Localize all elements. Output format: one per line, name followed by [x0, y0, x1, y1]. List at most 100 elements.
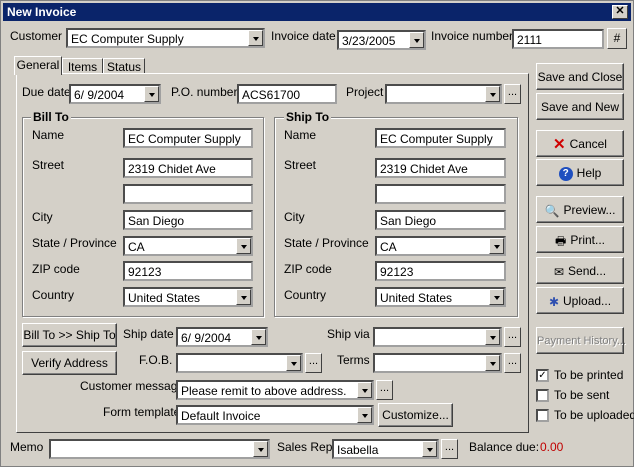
help-button[interactable]: ? Help	[536, 159, 624, 186]
to-be-sent-label: To be sent	[554, 388, 610, 402]
to-be-printed-label: To be printed	[554, 368, 624, 382]
balance-due-label: Balance due:	[469, 440, 540, 454]
chevron-down-icon[interactable]	[485, 329, 500, 345]
close-button[interactable]: ✕	[612, 5, 628, 19]
invoice-number-label: Invoice number	[431, 29, 514, 43]
project-lookup-button[interactable]: ...	[504, 84, 521, 104]
to-be-uploaded-checkbox[interactable]	[536, 409, 549, 422]
ship-city-value: San Diego	[380, 214, 437, 228]
bill-state-select[interactable]: CA	[123, 236, 253, 256]
chevron-down-icon[interactable]	[485, 86, 500, 102]
invoice-number-field[interactable]: 2111	[512, 29, 604, 49]
due-date-picker[interactable]: 6/ 9/2004	[69, 84, 161, 104]
project-label: Project	[346, 85, 384, 99]
ship-state-value: CA	[380, 240, 397, 254]
cancel-button[interactable]: ✕ Cancel	[536, 130, 624, 157]
chevron-down-icon[interactable]	[253, 441, 268, 457]
customer-select[interactable]: EC Computer Supply	[66, 28, 265, 48]
ship-street2-field[interactable]	[375, 184, 506, 204]
customer-message-value: Please remit to above address.	[181, 384, 347, 398]
sales-rep-select[interactable]: Isabella	[332, 439, 439, 459]
bill-country-select[interactable]: United States	[123, 287, 253, 307]
terms-label: Terms	[337, 353, 370, 367]
ship-date-value: 6/ 9/2004	[181, 331, 232, 345]
sales-rep-lookup-button[interactable]: ...	[441, 439, 458, 459]
chevron-down-icon[interactable]	[485, 355, 500, 371]
sales-rep-value: Isabella	[337, 443, 379, 457]
help-icon: ?	[558, 166, 573, 181]
ship-zip-field[interactable]: 92123	[375, 261, 506, 281]
bill-state-value: CA	[128, 240, 145, 254]
chevron-down-icon[interactable]	[422, 441, 437, 457]
chevron-down-icon[interactable]	[357, 382, 372, 398]
save-new-button[interactable]: Save and New	[536, 93, 624, 120]
save-close-button[interactable]: Save and Close	[536, 63, 624, 90]
ship-via-label: Ship via	[327, 327, 370, 341]
invoice-date-label: Invoice date	[271, 29, 336, 43]
bill-street-value: 2319 Chidet Ave	[128, 162, 216, 176]
bill-street2-field[interactable]	[123, 184, 253, 204]
send-icon: ✉	[553, 264, 565, 279]
bill-street-field[interactable]: 2319 Chidet Ave	[123, 158, 253, 178]
close-icon: ✕	[615, 5, 625, 17]
chevron-down-icon[interactable]	[144, 86, 159, 102]
project-select[interactable]	[385, 84, 502, 104]
customer-message-select[interactable]: Please remit to above address.	[176, 380, 374, 400]
print-label: Print...	[570, 233, 605, 247]
ship-street-field[interactable]: 2319 Chidet Ave	[375, 158, 506, 178]
invoice-number-button[interactable]: #	[607, 28, 627, 49]
send-button[interactable]: ✉ Send...	[536, 257, 624, 284]
customer-label: Customer	[10, 29, 63, 43]
to-be-printed-checkbox[interactable]: ✓	[536, 369, 549, 382]
bill-zip-field[interactable]: 92123	[123, 261, 253, 281]
verify-address-button[interactable]: Verify Address	[22, 351, 117, 375]
fob-select[interactable]	[176, 353, 303, 373]
ship-name-value: EC Computer Supply	[380, 132, 493, 146]
chevron-down-icon[interactable]	[248, 30, 263, 46]
ship-via-select[interactable]	[373, 327, 502, 347]
customer-message-lookup-button[interactable]: ...	[376, 380, 393, 400]
preview-button[interactable]: 🔍 Preview...	[536, 196, 624, 223]
form-template-select[interactable]: Default Invoice	[176, 405, 374, 425]
tab-items[interactable]: Items	[62, 58, 103, 74]
ship-city-field[interactable]: San Diego	[375, 210, 506, 230]
print-button[interactable]: 🖶 Print...	[536, 226, 624, 253]
chevron-down-icon[interactable]	[286, 355, 301, 371]
memo-label: Memo	[10, 440, 44, 454]
ship-zip-label: ZIP code	[284, 262, 332, 276]
ship-country-select[interactable]: United States	[375, 287, 506, 307]
ship-name-field[interactable]: EC Computer Supply	[375, 128, 506, 148]
ship-city-label: City	[284, 210, 305, 224]
memo-select[interactable]	[49, 439, 270, 459]
chevron-down-icon[interactable]	[357, 407, 372, 423]
printer-icon: 🖶	[554, 233, 567, 248]
fob-lookup-button[interactable]: ...	[305, 353, 322, 373]
to-be-sent-checkbox[interactable]	[536, 389, 549, 402]
chevron-down-icon[interactable]	[409, 32, 424, 48]
bill-state-label: State / Province	[32, 236, 117, 250]
ship-state-select[interactable]: CA	[375, 236, 506, 256]
tab-status[interactable]: Status	[103, 58, 145, 74]
ship-country-label: Country	[284, 288, 327, 302]
payment-history-button[interactable]: Payment History...	[536, 327, 626, 354]
po-number-field[interactable]: ACS61700	[237, 84, 337, 104]
customize-button[interactable]: Customize...	[378, 403, 453, 427]
chevron-down-icon[interactable]	[236, 289, 251, 305]
bill-name-field[interactable]: EC Computer Supply	[123, 128, 253, 148]
terms-select[interactable]	[373, 353, 502, 373]
tab-general[interactable]: General	[14, 56, 62, 75]
cancel-icon: ✕	[553, 135, 566, 153]
ship-date-picker[interactable]: 6/ 9/2004	[176, 327, 268, 347]
chevron-down-icon[interactable]	[251, 329, 266, 345]
invoice-date-picker[interactable]: 3/23/2005	[337, 30, 426, 50]
bill-to-ship-button[interactable]: Bill To >> Ship To	[22, 323, 117, 347]
chevron-down-icon[interactable]	[489, 289, 504, 305]
bill-country-value: United States	[128, 291, 201, 305]
chevron-down-icon[interactable]	[236, 238, 251, 254]
upload-button[interactable]: ✱ Upload...	[536, 287, 624, 314]
bill-city-field[interactable]: San Diego	[123, 210, 253, 230]
chevron-down-icon[interactable]	[489, 238, 504, 254]
ship-via-lookup-button[interactable]: ...	[504, 327, 521, 347]
terms-lookup-button[interactable]: ...	[504, 353, 521, 373]
send-label: Send...	[568, 264, 607, 278]
